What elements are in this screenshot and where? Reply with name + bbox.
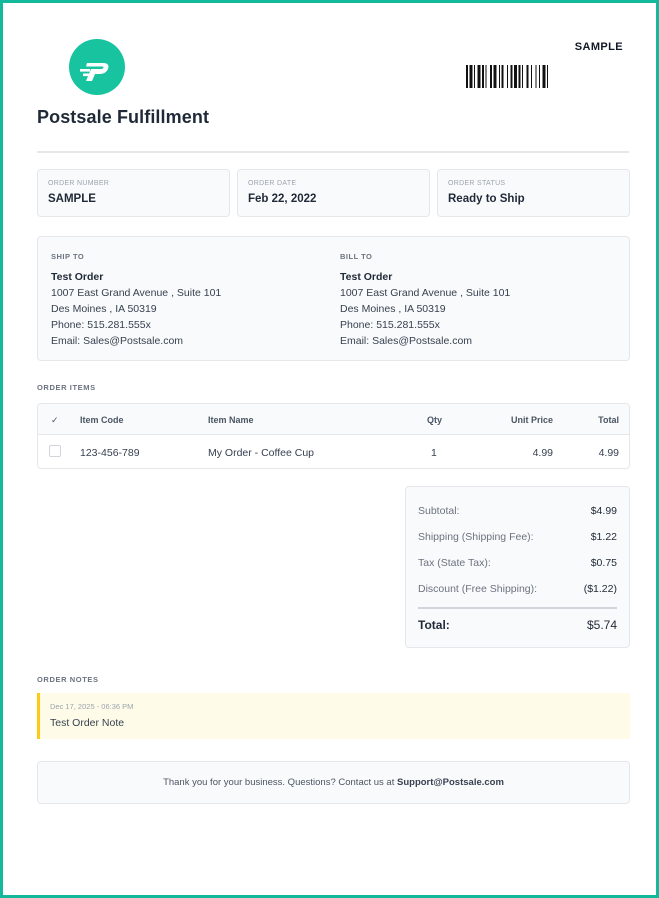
bill-to-heading: BILL TO: [340, 252, 373, 261]
bill-to-line1: 1007 East Grand Avenue , Suite 101: [340, 287, 511, 299]
bill-to-name: Test Order: [340, 271, 393, 283]
postsale-logo-icon: [69, 39, 125, 95]
order-items-title: ORDER ITEMS: [37, 383, 96, 392]
discount-row: Discount (Free Shipping): ($1.22): [418, 583, 617, 595]
grand-total-value: $5.74: [586, 618, 617, 632]
subtotal-label: Subtotal:: [418, 505, 460, 517]
ship-to-heading: SHIP TO: [51, 252, 85, 261]
item-qty: 1: [431, 447, 437, 459]
total-header: Total: [598, 415, 619, 425]
header-divider: [37, 151, 629, 153]
sample-label: SAMPLE: [574, 41, 623, 53]
check-column-header: ✓: [51, 415, 59, 425]
item-total: 4.99: [598, 447, 619, 459]
order-date-value: Feb 22, 2022: [248, 193, 317, 205]
ship-to-line2: Des Moines , IA 50319: [51, 303, 157, 315]
unit-price-header: Unit Price: [510, 415, 553, 425]
order-notes-title: ORDER NOTES: [37, 675, 99, 684]
totals-box: Subtotal: $4.99 Shipping (Shipping Fee):…: [405, 486, 630, 648]
order-number-box: ORDER NUMBER SAMPLE: [37, 169, 230, 217]
order-number-label: ORDER NUMBER: [48, 180, 110, 187]
footer: Thank you for your business. Questions? …: [37, 761, 630, 804]
support-email-link[interactable]: Support@Postsale.com: [397, 777, 504, 788]
order-items-table: ✓ Item Code Item Name Qty Unit Price Tot…: [37, 403, 630, 469]
note-date: Dec 17, 2025 - 06:36 PM: [50, 702, 134, 711]
item-checkbox[interactable]: [49, 445, 61, 457]
tax-label: Tax (State Tax):: [418, 557, 491, 569]
grand-total-label: Total:: [418, 618, 450, 632]
item-code-header: Item Code: [80, 415, 124, 425]
company-name: Postsale Fulfillment: [37, 107, 210, 127]
order-note: Dec 17, 2025 - 06:36 PM Test Order Note: [37, 693, 630, 739]
order-date-box: ORDER DATE Feb 22, 2022: [237, 169, 430, 217]
ship-to-line1: 1007 East Grand Avenue , Suite 101: [51, 287, 222, 299]
bill-to: BILL TO Test Order 1007 East Grand Avenu…: [340, 251, 510, 349]
item-code: 123-456-789: [80, 447, 140, 459]
bill-to-line2: Des Moines , IA 50319: [340, 303, 446, 315]
order-number-value: SAMPLE: [48, 193, 96, 205]
shipping-value: $1.22: [590, 531, 617, 543]
order-status-label: ORDER STATUS: [448, 180, 506, 187]
ship-to-phone: Phone: 515.281.555x: [51, 319, 151, 331]
packing-slip-page: Postsale Fulfillment SAMPLE ORDER NUMBER…: [0, 0, 659, 898]
discount-label: Discount (Free Shipping):: [418, 583, 538, 595]
order-date-label: ORDER DATE: [248, 180, 297, 187]
ship-to-email: Email: Sales@Postsale.com: [51, 335, 184, 347]
item-unit-price: 4.99: [532, 447, 553, 459]
grand-total-row: Total: $5.74: [418, 618, 617, 632]
bill-to-email: Email: Sales@Postsale.com: [340, 335, 473, 347]
subtotal-row: Subtotal: $4.99: [418, 505, 617, 517]
order-status-value: Ready to Ship: [448, 193, 525, 205]
item-name-header: Item Name: [208, 415, 254, 425]
discount-value: ($1.22): [583, 583, 617, 595]
shipping-row: Shipping (Shipping Fee): $1.22: [418, 531, 617, 543]
tax-value: $0.75: [590, 557, 617, 569]
ship-to-name: Test Order: [51, 271, 104, 283]
ship-to: SHIP TO Test Order 1007 East Grand Avenu…: [51, 251, 221, 349]
address-box: SHIP TO Test Order 1007 East Grand Avenu…: [37, 236, 630, 361]
totals-divider: [418, 607, 617, 609]
footer-text: Thank you for your business. Questions? …: [163, 777, 397, 788]
tax-row: Tax (State Tax): $0.75: [418, 557, 617, 569]
bill-to-phone: Phone: 515.281.555x: [340, 319, 440, 331]
qty-header: Qty: [427, 415, 443, 425]
subtotal-value: $4.99: [590, 505, 617, 517]
note-text: Test Order Note: [50, 717, 125, 729]
shipping-label: Shipping (Shipping Fee):: [418, 531, 534, 543]
item-name: My Order - Coffee Cup: [208, 447, 315, 459]
order-status-box: ORDER STATUS Ready to Ship: [437, 169, 630, 217]
barcode: [466, 65, 548, 88]
